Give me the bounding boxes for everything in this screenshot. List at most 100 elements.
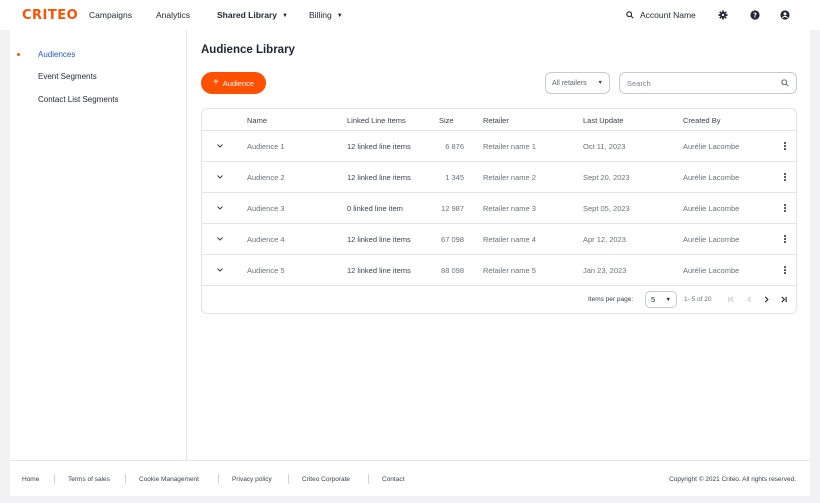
column-header-last-update[interactable]: Last Update: [583, 116, 623, 125]
cell-name[interactable]: Audience 2: [247, 173, 285, 182]
cell-name[interactable]: Audience 1: [247, 142, 285, 151]
cell-created-by: Aurélie Lacombe: [683, 204, 740, 213]
nav-shared-library[interactable]: Shared Library ▼: [217, 10, 288, 20]
expand-chevron-icon[interactable]: [216, 204, 224, 212]
account-menu[interactable]: Account Name: [626, 10, 696, 20]
cell-created-by: Aurélie Lacombe: [683, 266, 740, 275]
criteo-logo[interactable]: CRITEO: [22, 8, 78, 23]
sidebar-item-event-segments[interactable]: Event Segments: [38, 72, 97, 81]
nav-campaigns[interactable]: Campaigns: [89, 10, 132, 20]
table-row[interactable]: Audience 4 12 linked line items 67 098 R…: [202, 224, 796, 255]
column-header-retailer[interactable]: Retailer: [483, 116, 509, 125]
table-header: Name Linked Line Items Size Retailer Las…: [202, 109, 796, 131]
cell-last-update: Sept 20, 2023: [583, 173, 630, 182]
table-row[interactable]: Audience 1 12 linked line items 6 876 Re…: [202, 131, 796, 162]
cell-linked-line-items[interactable]: 12 linked line items: [347, 173, 411, 182]
page-size-value: 5: [651, 295, 656, 304]
cell-created-by: Aurélie Lacombe: [683, 142, 740, 151]
footer-divider: [125, 474, 126, 484]
cell-created-by: Aurélie Lacombe: [683, 235, 740, 244]
cell-created-by: Aurélie Lacombe: [683, 173, 740, 182]
cell-name[interactable]: Audience 5: [247, 266, 285, 275]
cell-linked-line-items[interactable]: 12 linked line items: [347, 266, 411, 275]
footer-link-contact[interactable]: Contact: [382, 476, 404, 483]
nav-analytics[interactable]: Analytics: [156, 10, 190, 20]
page-range: 1- 5 of 20: [684, 296, 712, 303]
table-row[interactable]: Audience 3 0 linked line item 12 987 Ret…: [202, 193, 796, 224]
search-icon: [781, 79, 789, 87]
expand-chevron-icon[interactable]: [216, 235, 224, 243]
cell-linked-line-items[interactable]: 0 linked line item: [347, 204, 403, 213]
column-header-name[interactable]: Name: [247, 116, 267, 125]
sidebar: Audiences Event Segments Contact List Se…: [10, 30, 187, 460]
footer-link-terms-of-sales[interactable]: Terms of sales: [68, 476, 110, 483]
footer-link-cookie-management[interactable]: Cookie Management: [139, 476, 199, 483]
cell-linked-line-items[interactable]: 12 linked line items: [347, 235, 411, 244]
cell-size: 88 098: [441, 266, 464, 275]
search-icon: [626, 11, 634, 19]
cell-retailer: Retailer name 4: [483, 235, 536, 244]
table-row[interactable]: Audience 2 12 linked line items 1 345 Re…: [202, 162, 796, 193]
first-page-icon[interactable]: [726, 294, 736, 304]
cell-size: 67 098: [441, 235, 464, 244]
cell-linked-line-items[interactable]: 12 linked line items: [347, 142, 411, 151]
items-per-page-label: Items per page:: [588, 296, 634, 303]
page-size-dropdown[interactable]: 5 ▼: [645, 291, 677, 308]
cell-retailer: Retailer name 3: [483, 204, 536, 213]
row-more-options-icon[interactable]: [782, 265, 788, 275]
search-field[interactable]: [619, 72, 797, 94]
previous-page-icon[interactable]: [744, 294, 754, 304]
column-header-linked-line-items[interactable]: Linked Line Items: [347, 116, 406, 125]
sidebar-item-audiences[interactable]: Audiences: [38, 50, 75, 59]
expand-chevron-icon[interactable]: [216, 266, 224, 274]
nav-billing[interactable]: Billing ▼: [309, 10, 343, 20]
svg-text:?: ?: [753, 11, 757, 19]
plus-icon: +: [212, 77, 219, 88]
cell-name[interactable]: Audience 4: [247, 235, 285, 244]
copyright-text: Copyright © 2021 Criteo. All rights rese…: [669, 476, 796, 483]
expand-chevron-icon[interactable]: [216, 142, 224, 150]
nav-shared-library-label: Shared Library: [217, 10, 277, 20]
column-header-created-by[interactable]: Created By: [683, 116, 721, 125]
search-input[interactable]: [627, 78, 767, 88]
footer-divider: [288, 474, 289, 484]
last-page-icon[interactable]: [778, 294, 788, 304]
row-more-options-icon[interactable]: [782, 234, 788, 244]
footer-link-privacy-policy[interactable]: Privacy policy: [232, 476, 272, 483]
sidebar-item-contact-list-segments[interactable]: Contact List Segments: [38, 95, 118, 104]
cell-retailer: Retailer name 2: [483, 173, 536, 182]
nav-billing-label: Billing: [309, 10, 332, 20]
row-more-options-icon[interactable]: [782, 141, 788, 151]
cell-last-update: Oct 11, 2023: [583, 142, 626, 151]
caret-down-icon: ▼: [665, 296, 671, 303]
cell-name[interactable]: Audience 3: [247, 204, 285, 213]
footer-link-criteo-corporate[interactable]: Criteo Corporate: [302, 476, 350, 483]
footer-link-home[interactable]: Home: [22, 476, 39, 483]
cell-last-update: Jan 23, 2023: [583, 266, 627, 275]
footer-divider: [368, 474, 369, 484]
page-title: Audience Library: [201, 44, 295, 56]
retailer-filter-dropdown[interactable]: All retailers ▼: [545, 72, 610, 94]
next-page-icon[interactable]: [761, 294, 771, 304]
caret-down-icon: ▼: [336, 13, 343, 19]
top-navigation-bar: CRITEO Campaigns Analytics Shared Librar…: [0, 0, 820, 30]
caret-down-icon: ▼: [282, 13, 288, 19]
expand-chevron-icon[interactable]: [216, 173, 224, 181]
settings-gear-icon[interactable]: [717, 9, 729, 21]
row-more-options-icon[interactable]: [782, 172, 788, 182]
add-audience-label: Audience: [222, 78, 255, 88]
footer-divider: [54, 474, 55, 484]
help-icon[interactable]: ?: [749, 9, 761, 21]
cell-retailer: Retailer name 5: [483, 266, 536, 275]
add-audience-button[interactable]: + Audience: [201, 72, 266, 94]
user-profile-icon[interactable]: [779, 9, 791, 21]
pagination: Items per page: 5 ▼ 1- 5 of 20: [202, 287, 796, 313]
footer-divider: [218, 474, 219, 484]
account-name: Account Name: [640, 10, 696, 20]
table-row[interactable]: Audience 5 12 linked line items 88 098 R…: [202, 255, 796, 286]
row-more-options-icon[interactable]: [782, 203, 788, 213]
active-indicator-dot: [17, 53, 20, 56]
column-header-size[interactable]: Size: [439, 116, 454, 125]
caret-down-icon: ▼: [597, 80, 603, 86]
cell-size: 6 876: [445, 142, 464, 151]
